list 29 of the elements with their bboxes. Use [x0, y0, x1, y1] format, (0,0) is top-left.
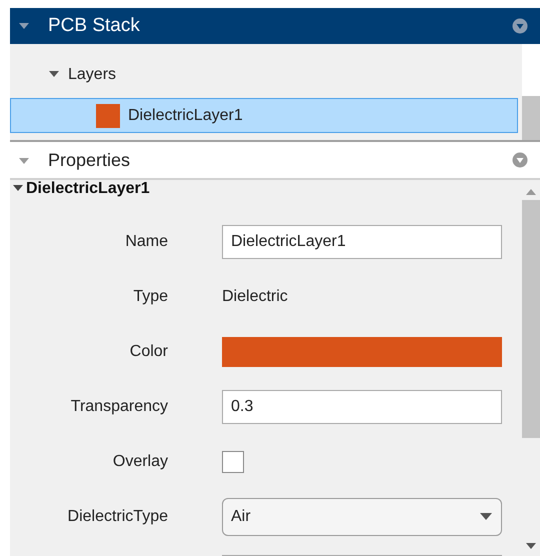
options-icon[interactable] [512, 18, 528, 34]
scrollbar-thumb[interactable] [522, 96, 540, 140]
scroll-up-icon[interactable] [525, 188, 537, 196]
layer-name: DielectricLayer1 [128, 106, 243, 124]
caret-icon [479, 512, 493, 522]
property-label: Overlay [112, 452, 168, 470]
property-label: Transparency [70, 398, 168, 416]
color-swatch[interactable] [222, 336, 502, 366]
property-label: Type [132, 288, 168, 306]
options-icon[interactable] [512, 152, 528, 168]
text-field[interactable]: DielectricLayer1 [222, 224, 502, 258]
tree-node[interactable]: Layers [68, 66, 116, 84]
checkbox[interactable] [222, 450, 244, 472]
collapse-icon[interactable] [18, 21, 30, 31]
collapse-icon[interactable] [18, 156, 30, 166]
property-label: DielectricType [66, 508, 168, 526]
panel-title: PCB Stack [48, 15, 141, 37]
tree-item[interactable]: DielectricLayer1 [10, 98, 518, 133]
expand-icon[interactable] [48, 69, 60, 79]
scroll-down-icon[interactable] [525, 542, 537, 550]
dropdown[interactable]: Air [222, 498, 502, 536]
scrollbar-thumb[interactable] [522, 200, 540, 438]
section-title[interactable]: DielectricLayer1 [26, 180, 150, 198]
panel-title: Properties [48, 150, 132, 170]
text-field[interactable]: 0.3 [222, 390, 502, 424]
property-label: Color [128, 342, 168, 360]
expand-icon[interactable] [12, 183, 24, 193]
property-label: Name [124, 232, 168, 250]
property-value: Dielectric [222, 288, 289, 306]
